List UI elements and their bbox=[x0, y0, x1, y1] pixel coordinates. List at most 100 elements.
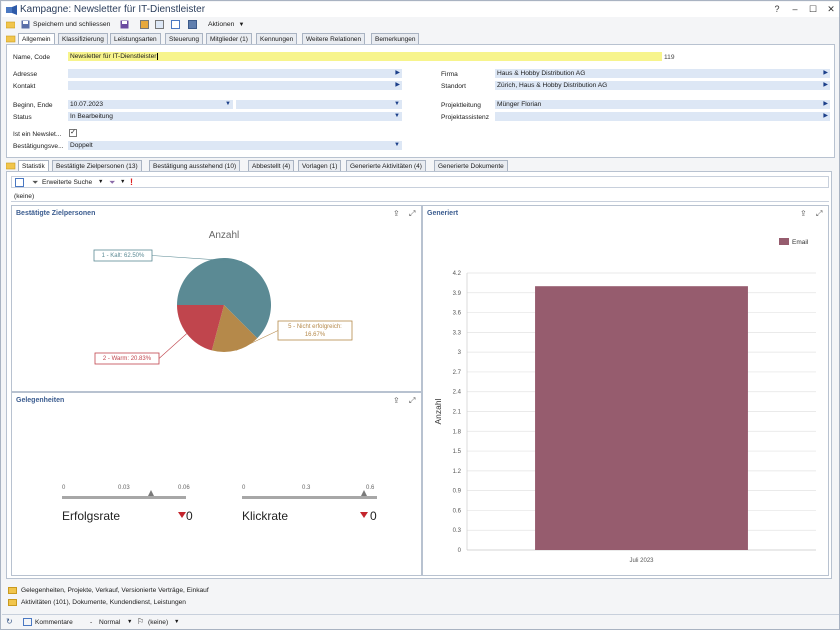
pie-chart-panel: Bestätigte Zielpersonen ⇪ ⤢ Anzahl 1 - Ka… bbox=[11, 205, 422, 392]
gauge-track bbox=[62, 496, 186, 499]
y-tick-label: 4.2 bbox=[453, 271, 462, 277]
campaign-window: Kampagne: Newsletter für IT-Dienstleiste… bbox=[0, 0, 840, 630]
tab-bestaetigte-zielpersonen[interactable]: Bestätigte Zielpersonen (13) bbox=[52, 160, 142, 171]
chevron-right-icon: ▶ bbox=[395, 70, 400, 76]
copy-button[interactable] bbox=[140, 19, 149, 30]
standort-field[interactable]: Zürich, Haus & Hobby Distribution AG ▶ bbox=[495, 81, 830, 90]
tab-bemerkungen[interactable]: Bemerkungen bbox=[371, 33, 420, 44]
mail-button[interactable] bbox=[155, 19, 164, 30]
main-toolbar: Speichern und schliessen Aktionen ▼ bbox=[2, 17, 839, 31]
tab-weitere-relationen[interactable]: Weitere Relationen bbox=[302, 33, 366, 44]
tab-generierte-aktivitaeten[interactable]: Generierte Aktivitäten (4) bbox=[346, 160, 426, 171]
down-arrow-icon bbox=[178, 512, 186, 518]
bestaetigung-label: Bestätigungsve... bbox=[13, 143, 64, 150]
firma-label: Firma bbox=[441, 71, 458, 78]
legend-swatch bbox=[779, 238, 789, 245]
pie-leader-line bbox=[158, 333, 187, 359]
bestaetigung-select[interactable]: Doppelt ▼ bbox=[68, 141, 402, 150]
gauge-tick: 0.3 bbox=[302, 485, 311, 491]
status-select[interactable]: In Bearbeitung ▼ bbox=[68, 112, 402, 121]
stats-toolbar: ⏷ Erweiterte Suche ▼ ⏷ ▼ ! bbox=[11, 176, 829, 188]
beginn-date-field[interactable]: 10.07.2023 ▼ bbox=[68, 100, 233, 109]
flag-select[interactable]: (keine) bbox=[148, 619, 168, 626]
print-button[interactable] bbox=[188, 19, 197, 30]
maximize-button[interactable]: ☐ bbox=[806, 4, 820, 15]
footer-section-link[interactable]: Aktivitäten (101), Dokumente, Kundendien… bbox=[21, 599, 186, 606]
y-tick-label: 1.8 bbox=[453, 429, 462, 435]
stats-tabs: Statistik Bestätigte Zielpersonen (13) B… bbox=[6, 160, 836, 172]
bar-chart: 0 0.3 0.6 0.9 1.2 1.5 1.8 2.1 2.4 2.7 3 3.3 3.6 3.9 4.… bbox=[433, 238, 816, 564]
tab-abbestellt[interactable]: Abbestellt (4) bbox=[248, 160, 295, 171]
y-axis-label: Anzahl bbox=[433, 398, 443, 424]
kontakt-label: Kontakt bbox=[13, 83, 36, 90]
chevron-down-icon: ▼ bbox=[174, 619, 180, 625]
pie-chart: Anzahl1 - Kalt: 62.50%5 - Nicht erfolgre… bbox=[93, 230, 353, 365]
tab-vorlagen[interactable]: Vorlagen (1) bbox=[298, 160, 342, 171]
actions-label: Aktionen bbox=[208, 21, 235, 28]
folder-icon bbox=[6, 162, 16, 170]
chevron-right-icon: ▶ bbox=[823, 70, 828, 76]
folder-button[interactable] bbox=[6, 19, 15, 30]
history-icon[interactable]: ↻ bbox=[6, 617, 13, 626]
bar-chart-panel: Generiert ⇪ ⤢ 0 0.3 0.6 0.9 1.2 1.5 1.8 2.1 2.4 2… bbox=[422, 205, 829, 576]
alert-icon[interactable]: ! bbox=[130, 177, 133, 187]
legend-label: Email bbox=[792, 239, 809, 246]
save-button[interactable] bbox=[120, 19, 129, 30]
gauge-tick: 0.06 bbox=[178, 485, 190, 491]
pie-data-label: 2 - Warm: 20.83% bbox=[103, 356, 152, 362]
projektleitung-field[interactable]: Münger Florian ▶ bbox=[495, 100, 830, 109]
bar bbox=[535, 286, 748, 550]
chevron-right-icon: ▶ bbox=[823, 113, 828, 119]
code-value: 119 bbox=[664, 54, 675, 61]
projektassistenz-field[interactable]: ▶ bbox=[495, 112, 830, 121]
gauge-name: Erfolgsrate bbox=[62, 509, 121, 523]
save-close-button[interactable]: Speichern und schliessen bbox=[21, 19, 110, 30]
chevron-down-icon: ▼ bbox=[127, 619, 133, 625]
newsletter-checkbox[interactable]: ✓ bbox=[69, 129, 77, 137]
copy-icon bbox=[140, 20, 149, 29]
comments-button[interactable]: Kommentare bbox=[35, 619, 73, 626]
ende-date-field[interactable]: ▼ bbox=[236, 100, 402, 109]
chevron-down-icon: ▼ bbox=[225, 101, 231, 107]
bestaetigung-value: Doppelt bbox=[70, 142, 93, 149]
flag-icon: ⚐ bbox=[137, 617, 145, 626]
advanced-search-button[interactable]: Erweiterte Suche bbox=[42, 179, 92, 186]
footer-section-link[interactable]: Gelegenheiten, Projekte, Verkauf, Versio… bbox=[21, 587, 209, 594]
document-icon bbox=[171, 20, 180, 29]
firma-field[interactable]: Haus & Hobby Distribution AG ▶ bbox=[495, 69, 830, 78]
projektassistenz-label: Projektassistenz bbox=[441, 114, 490, 121]
name-input[interactable]: Newsletter für IT-Dienstleister bbox=[68, 52, 662, 61]
gauge-value: 0 bbox=[370, 509, 377, 523]
gauge-tick: 0 bbox=[62, 485, 66, 491]
opportunities-panel: Gelegenheiten ⇪ ⤢ 0 0.03 0.06 Erfolgsrat… bbox=[11, 392, 422, 576]
help-button[interactable]: ? bbox=[770, 4, 784, 14]
close-button[interactable]: ✕ bbox=[824, 4, 838, 15]
document-button[interactable] bbox=[171, 19, 180, 30]
export-icon[interactable]: ⇪ bbox=[393, 396, 400, 405]
tab-kennungen[interactable]: Kennungen bbox=[256, 33, 298, 44]
kontakt-field[interactable]: ▶ bbox=[68, 81, 402, 90]
minimize-button[interactable]: – bbox=[788, 4, 802, 14]
tab-steuerung[interactable]: Steuerung bbox=[165, 33, 203, 44]
gauge-tick: 0 bbox=[242, 485, 246, 491]
tab-mitglieder[interactable]: Mitglieder (1) bbox=[206, 33, 252, 44]
folder-icon bbox=[8, 599, 17, 606]
chevron-right-icon: ▶ bbox=[395, 82, 400, 88]
tab-leistungsarten[interactable]: Leistungsarten bbox=[110, 33, 161, 44]
filter-options-icon[interactable]: ⏷ bbox=[109, 178, 115, 188]
adresse-field[interactable]: ▶ bbox=[68, 69, 402, 78]
status-value: In Bearbeitung bbox=[70, 113, 113, 120]
priority-select[interactable]: Normal bbox=[99, 619, 120, 626]
gauge-track bbox=[242, 496, 377, 499]
y-tick-label: 3 bbox=[458, 350, 462, 356]
window-title: Kampagne: Newsletter für IT-Dienstleiste… bbox=[20, 4, 206, 15]
tab-klassifizierung[interactable]: Klassifizierung bbox=[58, 33, 108, 44]
tab-generierte-dokumente[interactable]: Generierte Dokumente bbox=[434, 160, 508, 171]
y-tick-label: 2.4 bbox=[453, 390, 462, 396]
refresh-button[interactable] bbox=[15, 178, 24, 187]
gauge-name: Klickrate bbox=[242, 509, 289, 523]
expand-icon[interactable]: ⤢ bbox=[409, 396, 415, 406]
tab-bestaetigung-ausstehend[interactable]: Bestätigung ausstehend (10) bbox=[149, 160, 241, 171]
actions-menu[interactable]: Aktionen ▼ bbox=[208, 19, 244, 30]
campaign-icon bbox=[6, 5, 17, 15]
